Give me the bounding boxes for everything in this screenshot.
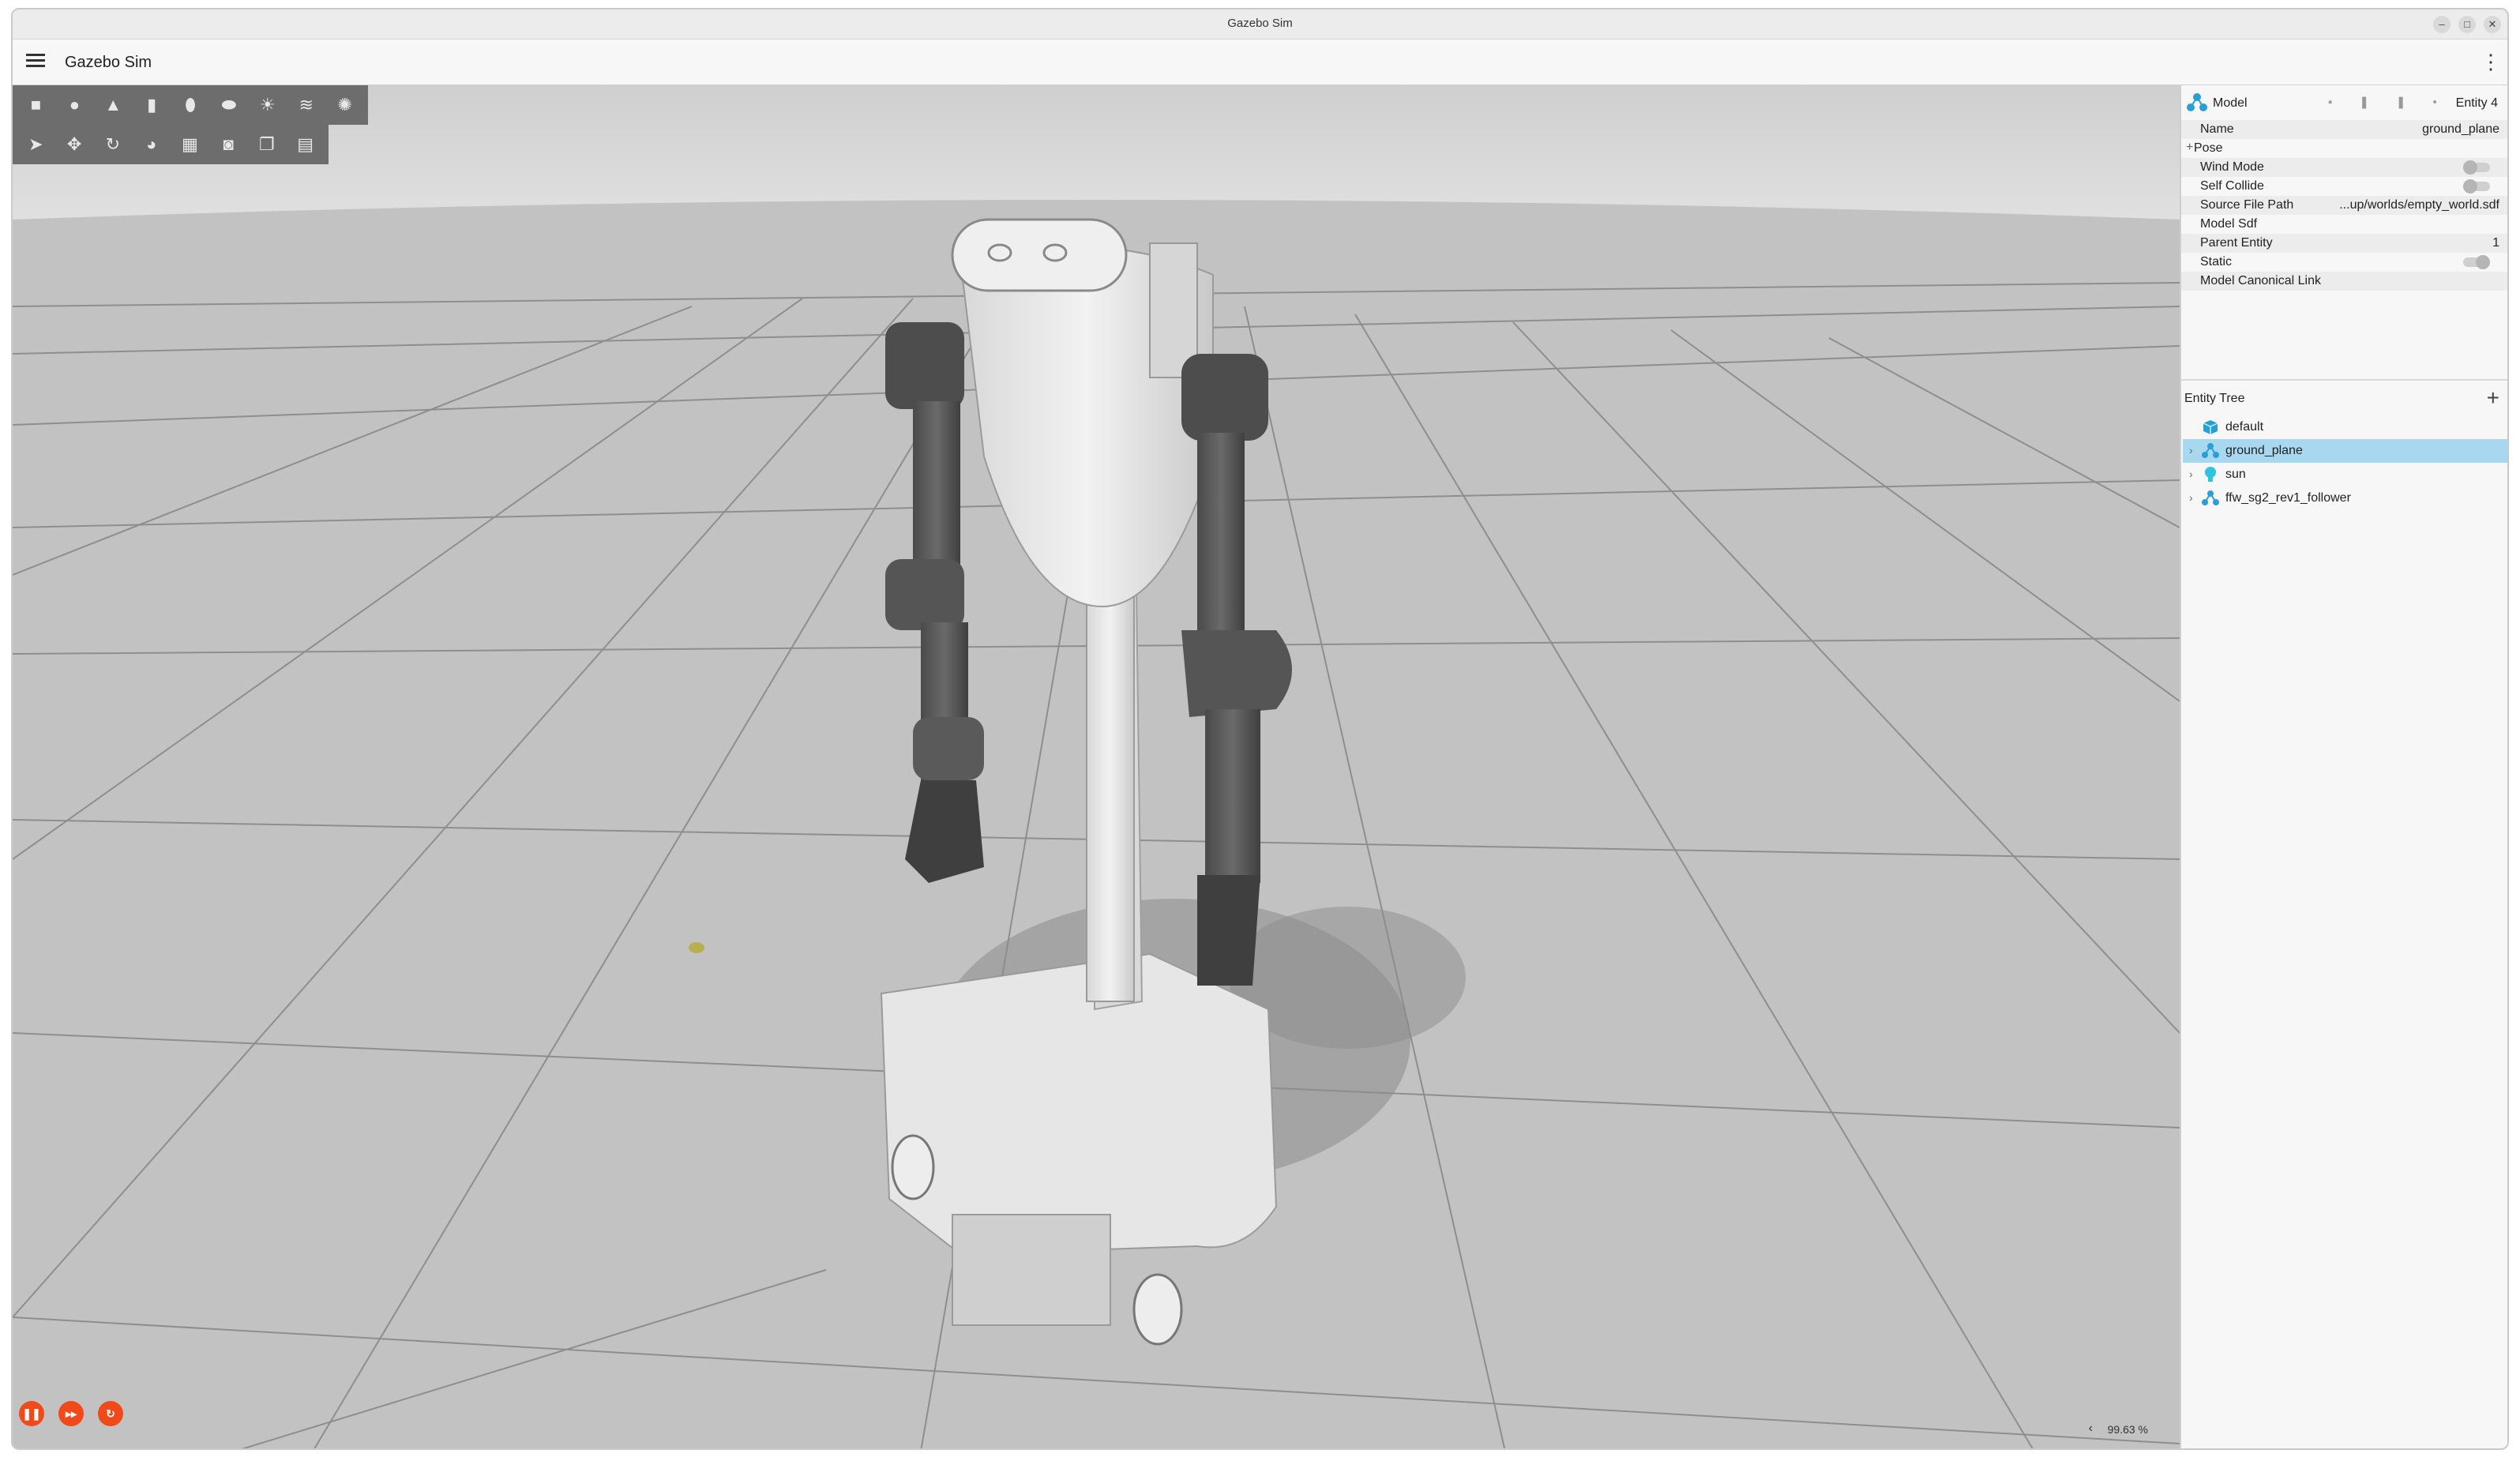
component-value: ...up/worlds/empty_world.sdf (2339, 198, 2499, 212)
tree-item-label: ffw_sg2_rev1_follower (2225, 491, 2351, 505)
directional-light-icon[interactable]: ≋ (291, 89, 321, 121)
sun-icon[interactable]: ☀ (252, 89, 283, 121)
3d-scene-viewport[interactable]: ■ ● ▲ ▮ ⬮ ⬬ ☀ ≋ ✺ ➤ ✥ ↻ ◕ ▦ ◙ ❐ ▤ ❚❚ ▸▸ … (13, 85, 2180, 1448)
close-button[interactable]: ✕ (2484, 16, 2501, 33)
hamburger-menu-icon[interactable] (24, 51, 47, 74)
select-icon[interactable]: ➤ (21, 129, 51, 160)
entity-tree-title: Entity Tree (2184, 392, 2245, 405)
tree-item-sun[interactable]: › sun (2183, 463, 2507, 486)
model-icon (2202, 490, 2219, 505)
title-bar: Gazebo Sim – □ ✕ (13, 9, 2507, 39)
copy-icon[interactable]: ❐ (252, 129, 283, 160)
maximize-button[interactable]: □ (2458, 16, 2476, 33)
robot-model (880, 218, 1292, 1346)
tree-item-label: ground_plane (2225, 444, 2303, 457)
component-key: Model Sdf (2200, 217, 2258, 231)
world-cube-icon (2203, 420, 2218, 434)
rtf-expand-icon[interactable]: ‹ (2089, 1422, 2093, 1436)
component-row-parent-entity: Parent Entity 1 (2181, 234, 2507, 253)
real-time-factor: 99.63 % (2107, 1423, 2148, 1436)
expand-arrow-icon[interactable]: › (2189, 468, 2193, 480)
entity-id-label: Entity 4 (2455, 96, 2498, 110)
sphere-icon[interactable]: ● (59, 89, 90, 121)
pause-button[interactable]: ❚❚ (19, 1401, 44, 1426)
cylinder-icon[interactable]: ▮ (137, 89, 167, 121)
static-toggle[interactable] (2463, 255, 2490, 269)
tree-item-ground-plane[interactable]: › ground_plane (2183, 439, 2507, 463)
component-row-pose[interactable]: + Pose (2181, 139, 2507, 158)
entity-tree-panel: Entity Tree + default › ground_plane › s… (2181, 379, 2507, 1448)
component-key: Parent Entity (2200, 236, 2273, 250)
gazebo-window: Gazebo Sim – □ ✕ Gazebo Sim ⋮ ■ ● ▲ ▮ ⬮ … (11, 8, 2509, 1450)
component-inspector: Model ▪❚❚• Entity 4 Name ground_plane + Po… (2181, 85, 2507, 379)
grid-icon[interactable]: ▦ (175, 129, 205, 160)
component-row-static: Static (2181, 253, 2507, 272)
wind-mode-toggle[interactable] (2463, 160, 2490, 175)
snap-icon[interactable]: ◕ (136, 129, 167, 160)
scene-render (13, 85, 2180, 1448)
box-icon[interactable]: ■ (21, 89, 51, 121)
window-title: Gazebo Sim (1227, 17, 1293, 30)
component-value: ground_plane (2422, 122, 2499, 136)
minimize-button[interactable]: – (2433, 16, 2451, 33)
component-key: Pose (2194, 141, 2223, 155)
inspector-type-label: Model (2213, 96, 2248, 110)
rotate-icon[interactable]: ↻ (98, 129, 129, 160)
component-value: 1 (2492, 236, 2499, 250)
tree-item-ffw-sg2-rev1-follower[interactable]: › ffw_sg2_rev1_follower (2183, 486, 2507, 510)
component-row-self-collide: Self Collide (2181, 177, 2507, 196)
translate-icon[interactable]: ✥ (59, 129, 90, 160)
kebab-menu-icon[interactable]: ⋮ (2481, 51, 2501, 74)
entity-tree-header: Entity Tree + (2181, 381, 2507, 415)
tree-item-label: default (2225, 420, 2264, 434)
expand-plus-icon[interactable]: + (2186, 141, 2193, 155)
step-button[interactable]: ▸▸ (58, 1401, 84, 1426)
ellipsoid-icon[interactable]: ⬬ (213, 89, 244, 121)
add-entity-button[interactable]: + (2487, 385, 2499, 411)
capsule-icon[interactable]: ⬮ (175, 89, 206, 121)
component-row-canonical-link: Model Canonical Link (2181, 272, 2507, 291)
component-row-source-file: Source File Path ...up/worlds/empty_world… (2181, 196, 2507, 215)
component-key: Static (2200, 255, 2233, 269)
camera-icon[interactable]: ◙ (213, 129, 244, 160)
paste-icon[interactable]: ▤ (290, 129, 321, 160)
model-icon (2187, 93, 2207, 111)
cone-icon[interactable]: ▲ (98, 89, 129, 121)
app-name: Gazebo Sim (65, 54, 152, 71)
reset-button[interactable]: ↻ (98, 1401, 123, 1426)
tree-item-label: sun (2225, 468, 2246, 481)
menu-bar: Gazebo Sim ⋮ (13, 39, 2507, 85)
transform-toolbar: ➤ ✥ ↻ ◕ ▦ ◙ ❐ ▤ (13, 125, 329, 164)
lock-icon[interactable]: ▪ (2328, 96, 2359, 109)
spot-light-icon[interactable]: ✺ (329, 89, 360, 121)
pause-icon[interactable]: ❚❚ (2359, 96, 2432, 109)
component-key: Wind Mode (2200, 160, 2264, 174)
simulation-controls: ❚❚ ▸▸ ↻ (19, 1401, 137, 1426)
inspector-header: Model ▪❚❚• Entity 4 (2181, 85, 2507, 120)
right-panel: Model ▪❚❚• Entity 4 Name ground_plane + Po… (2180, 85, 2507, 1448)
model-icon (2202, 443, 2219, 458)
component-key: Source File Path (2200, 198, 2294, 212)
tree-item-default[interactable]: default (2183, 415, 2507, 439)
component-key: Name (2200, 122, 2234, 136)
expand-arrow-icon[interactable]: › (2189, 444, 2193, 456)
shapes-toolbar: ■ ● ▲ ▮ ⬮ ⬬ ☀ ≋ ✺ (13, 85, 368, 125)
component-row-wind-mode: Wind Mode (2181, 158, 2507, 177)
component-key: Self Collide (2200, 179, 2264, 193)
expand-arrow-icon[interactable]: › (2189, 491, 2193, 504)
self-collide-toggle[interactable] (2463, 179, 2490, 193)
component-row-name: Name ground_plane (2181, 120, 2507, 139)
inspector-controls: ▪❚❚• (2328, 95, 2464, 109)
sun-marker (689, 942, 704, 953)
component-key: Model Canonical Link (2200, 274, 2321, 287)
component-list: Name ground_plane + Pose Wind Mode Self Co… (2181, 120, 2507, 291)
component-row-model-sdf: Model Sdf (2181, 215, 2507, 234)
light-bulb-icon (2205, 467, 2216, 482)
